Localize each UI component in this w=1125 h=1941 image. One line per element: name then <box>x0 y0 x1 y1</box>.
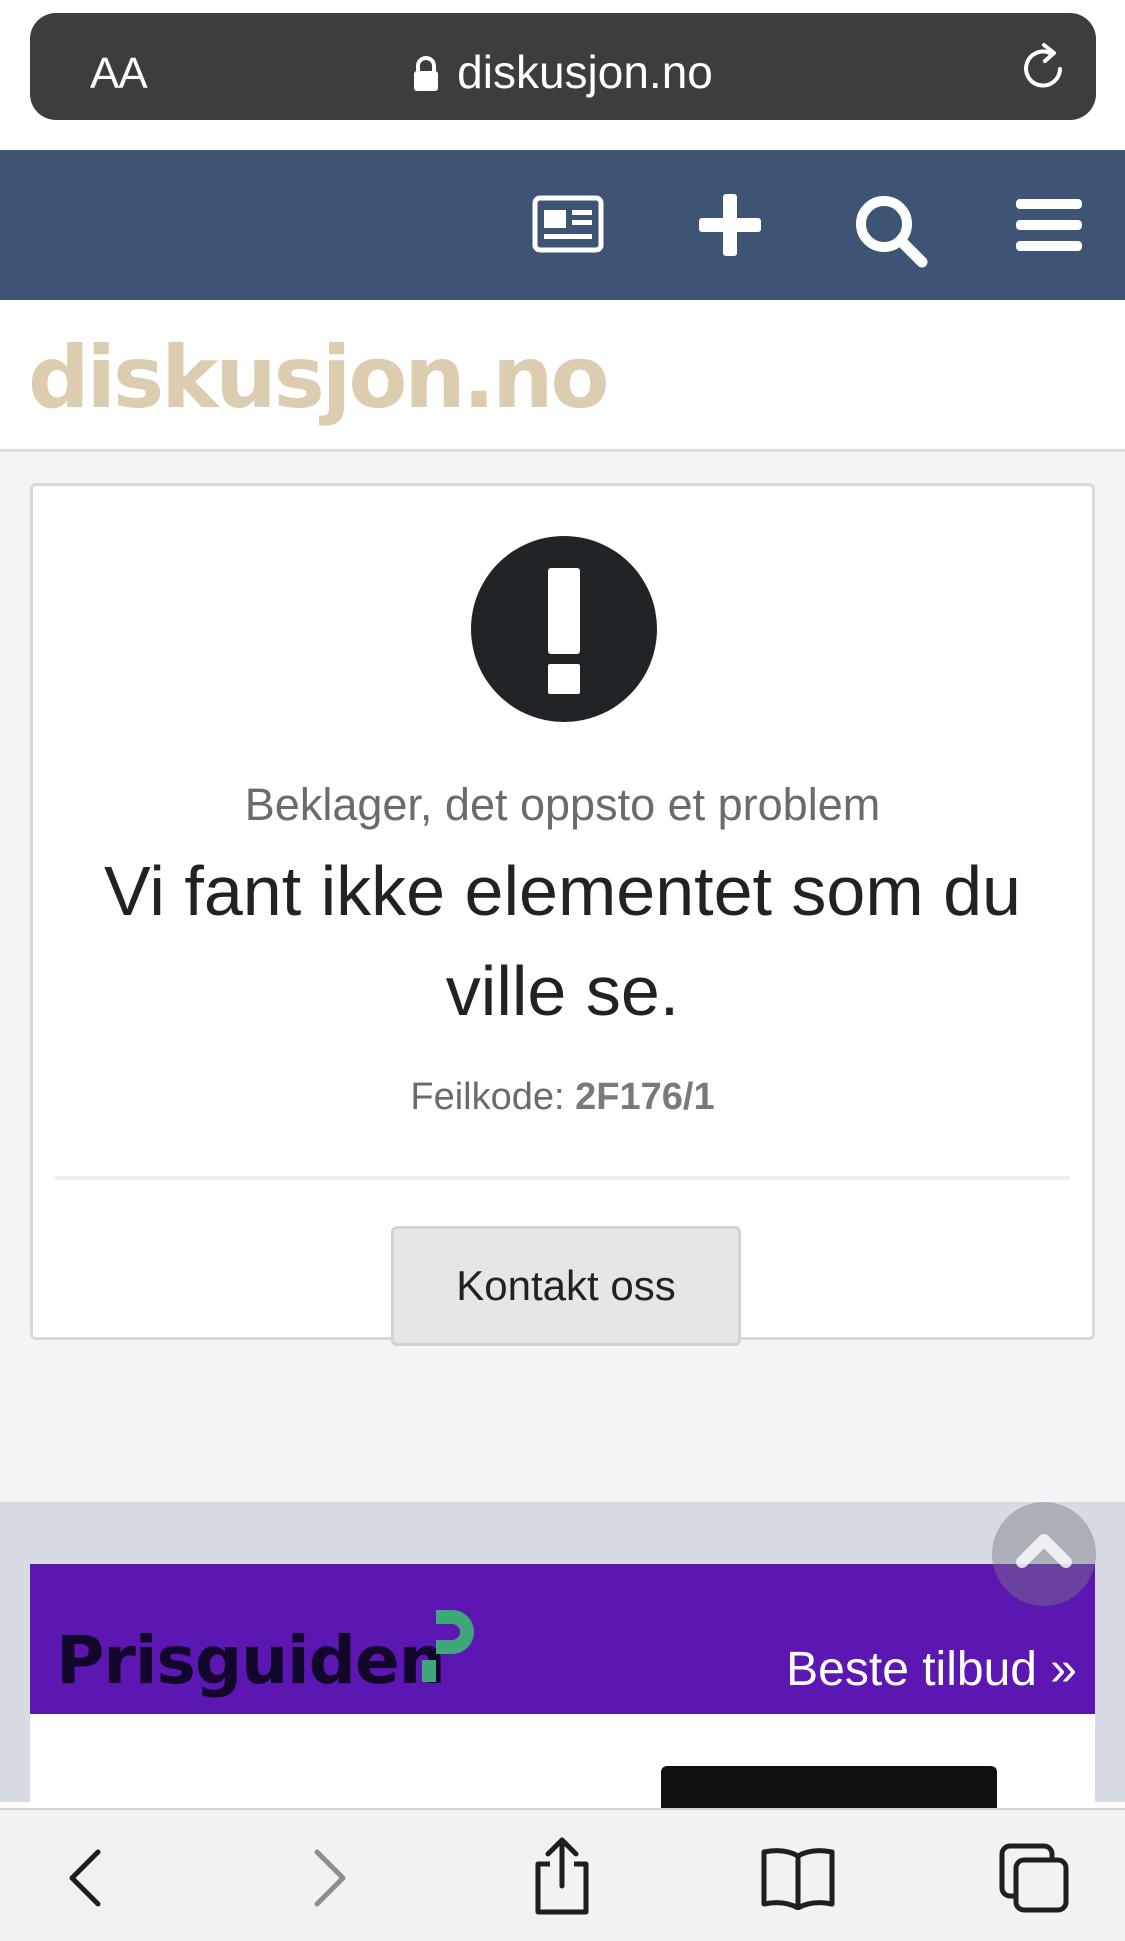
browser-toolbar <box>0 1808 1125 1941</box>
lock-icon <box>413 49 439 103</box>
error-card: Beklager, det oppsto et problem Vi fant … <box>30 483 1095 1346</box>
error-code: Feilkode: 2F176/1 <box>33 1076 1092 1119</box>
error-message: Vi fant ikke elementet som du ville se. <box>104 852 1021 1030</box>
site-header: diskusjon.no <box>0 300 1125 452</box>
back-chevron-icon[interactable] <box>62 1846 112 1915</box>
error-code-value: 2F176/1 <box>575 1076 715 1118</box>
forward-chevron-icon[interactable] <box>303 1846 353 1915</box>
address-bar[interactable]: AA diskusjon.no <box>30 13 1096 120</box>
beste-tilbud-link[interactable]: Beste tilbud » <box>786 1642 1077 1697</box>
browser-address-area: AA diskusjon.no <box>0 0 1125 150</box>
site-nav-bar <box>0 150 1125 300</box>
url-text: diskusjon.no <box>457 46 713 98</box>
scroll-to-top-button[interactable] <box>992 1502 1096 1606</box>
site-logo[interactable]: diskusjon.no <box>28 328 610 428</box>
error-code-label: Feilkode: <box>410 1076 565 1118</box>
prisguiden-banner[interactable]: Prisguiden Beste tilbud » <box>30 1564 1095 1714</box>
exclamation-icon <box>471 536 657 727</box>
url-display[interactable]: diskusjon.no <box>30 45 1096 103</box>
chevron-up-icon <box>1014 1524 1074 1589</box>
prisguiden-p-icon <box>418 1610 478 1687</box>
plus-icon[interactable] <box>697 192 763 263</box>
share-icon[interactable] <box>528 1836 596 1921</box>
tabs-icon[interactable] <box>998 1842 1070 1919</box>
reload-icon[interactable] <box>1016 39 1072 100</box>
newspaper-icon[interactable] <box>532 192 608 261</box>
search-icon[interactable] <box>852 192 928 273</box>
ad-area: Prisguiden Beste tilbud » <box>0 1502 1125 1834</box>
prisguiden-logo: Prisguiden <box>56 1622 446 1699</box>
contact-button[interactable]: Kontakt oss <box>391 1226 741 1346</box>
main-content: Beklager, det oppsto et problem Vi fant … <box>0 452 1125 1502</box>
menu-icon[interactable] <box>1014 195 1084 260</box>
book-icon[interactable] <box>760 1846 836 1915</box>
divider <box>55 1176 1070 1180</box>
error-subtitle: Beklager, det oppsto et problem <box>244 779 881 830</box>
